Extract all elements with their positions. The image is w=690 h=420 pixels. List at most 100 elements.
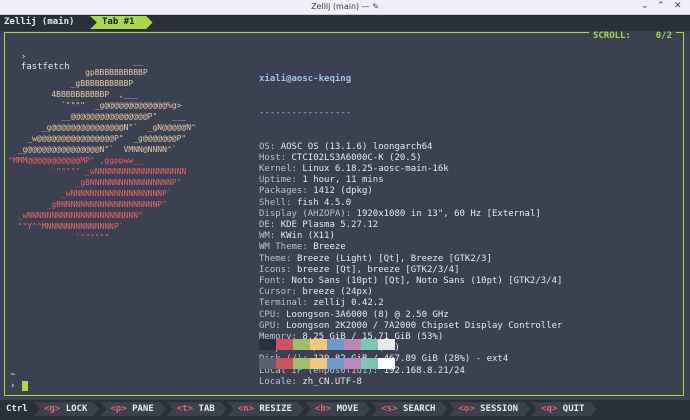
color-swatch (259, 358, 276, 369)
logo-line: _g@@@@@@@@@@@@@@@N"` _gN@@@@@N^ (8, 123, 196, 132)
info-key: Display (AHZOPA): (259, 208, 352, 219)
info-row: Font: Noto Sans (10pt) [Qt], Noto Sans (… (259, 276, 562, 287)
info-value: fish 4.5.0 (296, 197, 352, 208)
info-value: Loongson 2K2000 / 7A2000 Chipset Display… (286, 320, 563, 331)
info-row: WM: KWin (X11) (259, 231, 562, 242)
info-value: KDE Plasma 5.27.12 (280, 220, 379, 231)
mode-key-session[interactable]: <o> SESSION (448, 402, 530, 416)
info-value: 1920x1080 in 13", 60 Hz [External] (356, 208, 541, 219)
info-key: Kernel: (259, 164, 297, 175)
color-swatch (327, 339, 344, 350)
key-binding: <h> (314, 404, 332, 414)
aosc-ascii-logo: __ gpBBBBBBBBBBP _gBBBBBBBBBBP 4BBBBBBBB… (8, 56, 196, 243)
info-key: Font: (259, 276, 287, 287)
info-row: Shell: fish 4.5.0 (259, 198, 562, 209)
logo-line: `"""" _g@@@@@@@@@@@@@%g> (8, 101, 182, 110)
close-icon[interactable]: ✕ (674, 1, 682, 11)
logo-line: _g@@@@@@@@@@@@@@@N"` VMNN@NNNN^` (8, 145, 177, 154)
info-row: Display (AHZOPA): 1920x1080 in 13", 60 H… (259, 209, 562, 220)
logo-line: gpBBBBBBBBBBP (8, 68, 148, 77)
color-swatch (378, 358, 395, 369)
info-separator: ----------------- (259, 108, 352, 119)
info-value: 1 hour, 11 mins (302, 175, 384, 186)
mode-key-lock[interactable]: <g> LOCK (34, 402, 99, 416)
logo-line: _gBNNNNNNNNNNNNNNNNNP" (8, 178, 182, 187)
key-label: RESIZE (259, 404, 292, 414)
info-value: CTCI02LS3A6000C-K (20.5) (291, 152, 422, 163)
scroll-label: SCROLL: (592, 31, 631, 41)
info-value: Breeze (313, 242, 346, 253)
key-label: LOCK (65, 404, 88, 414)
key-label: PANE (132, 404, 154, 414)
logo-line: ""Y^^MNNNNNNNNNNNNNNP` (8, 222, 124, 231)
mode-key-move[interactable]: <h> MOVE (305, 402, 370, 416)
color-swatch (276, 358, 293, 369)
info-value: Linux 6.18.25-aosc-main-16k (302, 164, 449, 175)
info-value: zellij 0.42.2 (313, 298, 384, 309)
color-swatch (344, 358, 361, 369)
color-swatch (327, 358, 344, 369)
user-host: xiali@aosc-keqing (259, 74, 352, 85)
info-row: Host: CTCI02LS3A6000C-K (20.5) (259, 153, 562, 164)
terminal-cursor (22, 381, 28, 391)
logo-line: __@@@@@@@@@@@@@@@@P" ___ (8, 112, 187, 121)
info-row: Cursor: breeze (24px) (259, 287, 562, 298)
mode-key-resize[interactable]: <n> RESIZE (228, 402, 304, 416)
info-value: AOSC OS (13.1.6) loongarch64 (280, 141, 433, 152)
mode-key-search[interactable]: <s> SEARCH (371, 402, 447, 416)
logo-line: _wNNNNNNNNNNNNNNNNNNNNNNN^ (8, 211, 143, 220)
ctrl-label: Ctrl (6, 404, 28, 414)
info-value: 1412 (dpkg) (313, 186, 373, 197)
key-binding: <t> (176, 404, 194, 414)
window-titlebar: Zellij (main) — ✎ ⌄ ⌃ ✕ (0, 0, 690, 15)
mode-key-tab[interactable]: <t> TAB (167, 402, 227, 416)
info-key: GPU: (259, 320, 281, 331)
info-row: Uptime: 1 hour, 11 mins (259, 175, 562, 186)
color-swatch (276, 339, 293, 350)
info-row: OS: AOSC OS (13.1.6) loongarch64 (259, 142, 562, 153)
info-key: Locale: (259, 376, 297, 387)
info-value: Noto Sans (10pt) [Qt], Noto Sans (10pt) … (291, 276, 563, 287)
color-palette (259, 335, 395, 373)
info-row: CPU: Loongson-3A6000 (8) @ 2.50 GHz (259, 310, 562, 321)
logo-line: ^MMM@@@@@@@@@@@MP" ,ggppww__ (8, 156, 143, 165)
logo-line: _w@@@@@@@@@@@@@@@@P" _g@@@@@@@P" (8, 134, 187, 143)
info-row: GPU: Loongson 2K2000 / 7A2000 Chipset Di… (259, 321, 562, 332)
color-swatch (361, 339, 378, 350)
key-label: TAB (198, 404, 215, 414)
mode-key-quit[interactable]: <q> QUIT (531, 402, 596, 416)
key-binding: <o> (458, 404, 475, 414)
zellij-status-bar: Ctrl <g> LOCK <p> PANE <t> TAB <n> RESIZE <h… (0, 400, 690, 420)
info-key: DE: (259, 220, 276, 231)
key-label: QUIT (562, 404, 585, 414)
logo-line: `"""""" (8, 233, 110, 242)
info-row: Terminal: zellij 0.42.2 (259, 298, 562, 309)
logo-line: `""""" _wNNNNNNNNNNNNNNNNNNN (8, 167, 187, 176)
tab-1[interactable]: Tab #1 (90, 16, 153, 29)
info-key: Theme: (259, 253, 292, 264)
info-row: WM Theme: Breeze (259, 242, 562, 253)
key-label: SEARCH (402, 404, 436, 414)
info-row: Theme: Breeze (Light) [Qt], Breeze [GTK2… (259, 254, 562, 265)
mode-key-pane[interactable]: <p> PANE (100, 402, 165, 416)
color-swatch (361, 358, 378, 369)
minimize-icon[interactable]: ⌄ (641, 1, 649, 11)
logo-line: _gBNNNNNNNNNNNNNNNNNNNNP" (8, 200, 167, 209)
color-swatch (259, 339, 276, 350)
info-key: Shell: (259, 197, 292, 208)
zellij-tab-bar: Zellij (main) Tab #1 (0, 15, 690, 31)
info-key: Uptime: (259, 175, 297, 186)
color-swatch (344, 339, 361, 350)
color-swatch (378, 339, 395, 350)
info-key: WM Theme: (259, 242, 308, 253)
info-row: DE: KDE Plasma 5.27.12 (259, 220, 562, 231)
color-swatch (293, 358, 310, 369)
info-row: Packages: 1412 (dpkg) (259, 186, 562, 197)
maximize-icon[interactable]: ⌃ (657, 1, 665, 11)
key-label: MOVE (336, 404, 359, 414)
info-row: Locale: zh_CN.UTF-8 (259, 377, 562, 388)
info-value: KWin (X11) (280, 231, 335, 242)
info-key: WM: (259, 231, 276, 242)
logo-line: _wNNNNNNNNNNNNNNNNNNNP` (8, 189, 172, 198)
info-value: Breeze (Light) [Qt], Breeze [GTK2/3] (296, 253, 493, 264)
